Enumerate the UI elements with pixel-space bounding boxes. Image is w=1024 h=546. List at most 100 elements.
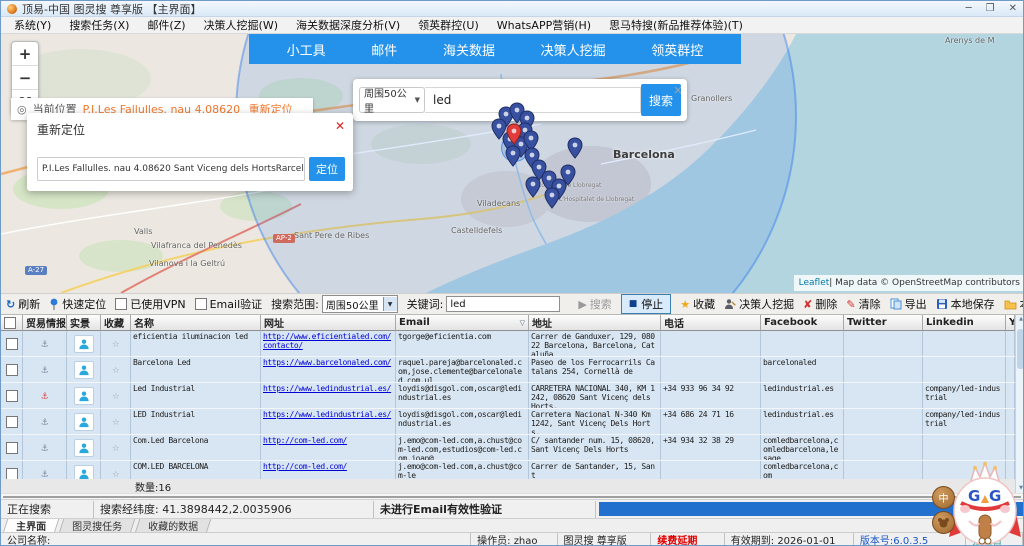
favorite-star-icon[interactable]: ☆ [112, 417, 119, 426]
nav-tab-1[interactable]: 邮件 [363, 40, 405, 59]
street-view-button[interactable] [74, 413, 94, 431]
hscroll-thumb[interactable] [3, 496, 1021, 498]
zoom-out-button[interactable]: − [12, 66, 38, 90]
menu-item-3[interactable]: 决策人挖掘(W) [195, 16, 287, 34]
export-button[interactable]: 导出 [890, 296, 927, 312]
relocate-address-input[interactable]: P.I.Les Fallulles. nau 4.08620 Sant Vice… [37, 157, 305, 181]
nav-tab-0[interactable]: 小工具 [279, 40, 334, 59]
column-header-name[interactable]: 名称 [131, 315, 261, 331]
renew-link[interactable]: 续费延期 [651, 533, 724, 545]
column-header-linkedin[interactable]: Linkedin [923, 315, 1006, 331]
table-row[interactable]: ⚓☆COM.LED BARCELONAhttp://com-led.com/j.… [1, 461, 1015, 479]
toolbar-range-select[interactable]: 周围50公里 ▼ [322, 295, 398, 313]
map-marker[interactable] [560, 164, 576, 186]
filter-icon[interactable]: ▽ [520, 319, 525, 327]
website-link[interactable]: http://com-led.com/ [263, 436, 347, 445]
favorite-button[interactable]: ★ 收藏 [680, 296, 715, 312]
favorite-star-icon[interactable]: ☆ [112, 443, 119, 452]
column-header-facebook[interactable]: Facebook [761, 315, 844, 331]
map-marker[interactable] [567, 137, 583, 159]
zoom-in-button[interactable]: + [12, 42, 38, 66]
street-view-button[interactable] [74, 465, 94, 480]
relocate-close-icon[interactable]: ✕ [335, 119, 345, 133]
website-link[interactable]: https://www.ledindustrial.es/ [263, 410, 391, 419]
column-header-phone[interactable]: 电话 [661, 315, 761, 331]
table-row[interactable]: ⚓☆Barcelona Ledhttps://www.barcelonaled.… [1, 357, 1015, 383]
bottom-tab-2[interactable]: 收藏的数据 [135, 519, 212, 533]
email-verify-checkbox[interactable]: Email验证 [195, 296, 263, 312]
table-row[interactable]: ⚓☆Com.Led Barcelonahttp://com-led.com/j.… [1, 435, 1015, 461]
website-link[interactable]: http://com-led.com/ [263, 462, 347, 471]
table-row[interactable]: ⚓☆Led Industrialhttps://www.ledindustria… [1, 383, 1015, 409]
column-header-trade[interactable]: 贸易情报 [23, 315, 67, 331]
vpn-checkbox[interactable]: 已使用VPN [115, 296, 185, 312]
mascot-character[interactable]: G G [947, 459, 1023, 545]
decision-mining-button[interactable]: 决策人挖掘 [724, 296, 794, 312]
leaflet-link[interactable]: Leaflet [799, 278, 830, 288]
row-checkbox[interactable] [6, 390, 18, 402]
menu-item-1[interactable]: 搜索任务(X) [60, 16, 138, 34]
table-row[interactable]: ⚓☆eficientia iluminacion ledhttp://www.e… [1, 331, 1015, 357]
map-canvas[interactable]: VallsVilafranca del PenedèsVilanova i la… [1, 34, 1024, 293]
street-view-button[interactable] [74, 387, 94, 405]
coin-badge-zhong[interactable]: 中 [932, 486, 955, 509]
map-marker[interactable] [505, 145, 521, 167]
local-open-button[interactable]: 本地打开 [1004, 296, 1024, 312]
clear-button[interactable]: ✎ 清除 [846, 296, 880, 312]
website-link[interactable]: https://www.ledindustrial.es/ [263, 384, 391, 393]
row-checkbox[interactable] [6, 468, 18, 480]
favorite-star-icon[interactable]: ☆ [112, 391, 119, 400]
street-view-button[interactable] [74, 439, 94, 457]
nav-tab-3[interactable]: 决策人挖掘 [533, 40, 614, 59]
nav-tab-4[interactable]: 领英群控 [643, 40, 711, 59]
menu-item-2[interactable]: 邮件(Z) [138, 16, 194, 34]
column-header-twitter[interactable]: Twitter [844, 315, 923, 331]
column-header-y[interactable]: Y [1006, 315, 1015, 331]
map-marker[interactable] [544, 187, 560, 209]
favorite-star-icon[interactable]: ☆ [112, 469, 119, 478]
minimize-button[interactable]: ─ [966, 3, 972, 14]
row-checkbox[interactable] [6, 416, 18, 428]
coin-badge-bear-icon[interactable] [932, 511, 955, 534]
trade-info-anchor-icon[interactable]: ⚓ [41, 391, 47, 400]
menu-item-7[interactable]: 思马特搜(新品推荐体验)(T) [600, 16, 752, 34]
locate-button[interactable]: 定位 [309, 157, 345, 181]
scroll-up-arrow[interactable]: ▲ [1016, 315, 1024, 324]
row-checkbox[interactable] [6, 338, 18, 350]
favorite-star-icon[interactable]: ☆ [112, 339, 119, 348]
close-button[interactable]: ✕ [1009, 3, 1017, 14]
website-link[interactable]: http://www.eficientialed.com/contacto/ [263, 332, 391, 350]
trade-info-anchor-icon[interactable]: ⚓ [41, 469, 47, 478]
select-all-checkbox[interactable] [4, 317, 16, 329]
trade-info-anchor-icon[interactable]: ⚓ [41, 417, 47, 426]
row-checkbox[interactable] [6, 364, 18, 376]
website-link[interactable]: https://www.barcelonaled.com/ [263, 358, 391, 367]
maximize-button[interactable]: ❐ [986, 3, 995, 14]
row-checkbox[interactable] [6, 442, 18, 454]
table-row[interactable]: ⚓☆LED Industrialhttps://www.ledindustria… [1, 409, 1015, 435]
column-header-check[interactable] [1, 315, 23, 331]
street-view-button[interactable] [74, 361, 94, 379]
trade-info-anchor-icon[interactable]: ⚓ [41, 365, 47, 374]
column-header-addr[interactable]: 地址 [529, 315, 661, 331]
search-button[interactable]: ▶ 搜索 [578, 296, 611, 312]
map-marker[interactable] [525, 176, 541, 198]
column-header-fav[interactable]: 收藏 [101, 315, 131, 331]
refresh-button[interactable]: ↻ 刷新 [6, 296, 40, 312]
trade-info-anchor-icon[interactable]: ⚓ [41, 339, 47, 348]
column-header-email[interactable]: Email▽ [396, 315, 529, 331]
delete-button[interactable]: ✘ 删除 [803, 296, 837, 312]
trade-info-anchor-icon[interactable]: ⚓ [41, 443, 47, 452]
menu-item-0[interactable]: 系统(Y) [5, 16, 60, 34]
search-range-select[interactable]: 周围50公里 ▼ [359, 87, 425, 113]
toolbar-keyword-input[interactable]: led [446, 296, 560, 312]
local-save-button[interactable]: 本地保存 [936, 296, 995, 312]
stop-button[interactable]: ■ 停止 [621, 294, 672, 314]
bottom-tab-1[interactable]: 图灵搜任务 [59, 519, 136, 533]
nav-tab-2[interactable]: 海关数据 [435, 40, 503, 59]
map-marker-selected[interactable] [506, 123, 522, 145]
search-panel-close-icon[interactable]: × [673, 83, 683, 97]
menu-item-6[interactable]: WhatsAPP营销(H) [488, 16, 600, 34]
menu-item-4[interactable]: 海关数据深度分析(V) [287, 16, 409, 34]
scrollbar-thumb[interactable] [1017, 329, 1024, 369]
